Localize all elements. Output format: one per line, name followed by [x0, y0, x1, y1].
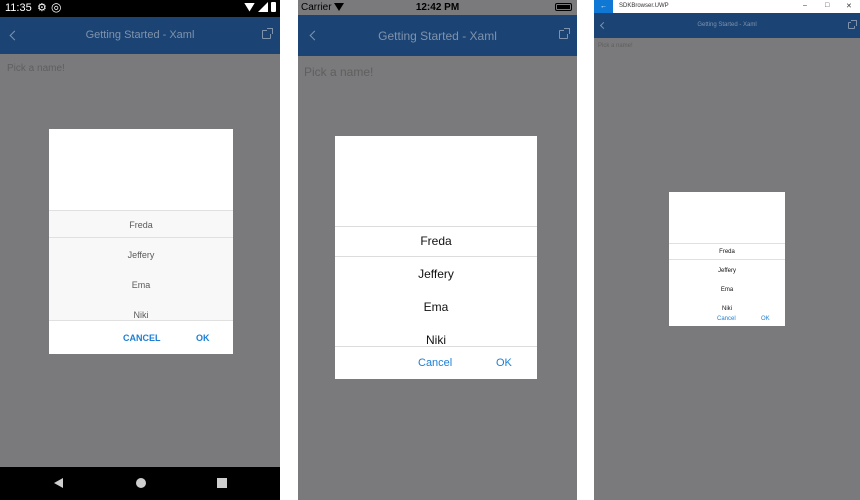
picker-item-jeffery[interactable]: Jeffery [669, 268, 785, 274]
navigation-bar: Getting Started - Xaml [298, 15, 577, 56]
picker-dialog: Freda Jeffery Ema Niki Cancel OK [335, 136, 537, 379]
battery-icon [555, 3, 572, 11]
signal-icon [258, 2, 268, 12]
sync-icon: ◎ [51, 0, 62, 14]
nav-recents-icon[interactable] [217, 478, 227, 488]
nav-back-icon[interactable] [54, 478, 63, 488]
android-screen: 11:35 ⚙ ◎ Getting Started - Xaml Pick a … [0, 0, 280, 500]
picker-dialog: Freda Jeffery Ema Niki CANCEL OK [49, 129, 233, 354]
status-time: 12:42 PM [415, 2, 460, 13]
name-picker-placeholder[interactable]: Pick a name! [7, 63, 65, 74]
wifi-icon [244, 2, 255, 12]
status-time: 11:35 [5, 2, 32, 14]
page-title: Getting Started - Xaml [697, 22, 757, 28]
minimize-icon[interactable]: – [803, 2, 807, 9]
ok-button[interactable]: OK [196, 333, 210, 343]
ok-button[interactable]: OK [496, 357, 512, 369]
dialog-footer: Cancel OK [669, 313, 785, 326]
dialog-header [669, 192, 785, 244]
uwp-screen: ← SDKBrowser.UWP – □ ✕ Getting Started -… [594, 0, 860, 500]
dialog-footer: CANCEL OK [49, 320, 233, 354]
external-link-icon[interactable] [559, 28, 570, 39]
picker-item-jeffery[interactable]: Jeffery [49, 250, 233, 260]
app-title: SDKBrowser.UWP [619, 3, 669, 9]
picker-item-jeffery[interactable]: Jeffery [335, 267, 537, 281]
status-bar: Carrier 12:42 PM [298, 0, 577, 15]
cancel-button[interactable]: Cancel [717, 316, 736, 322]
picker-item-niki[interactable]: Niki [49, 310, 233, 320]
system-nav-bar [0, 467, 280, 500]
dialog-header [335, 136, 537, 227]
gear-icon: ⚙ [37, 2, 47, 14]
dialog-footer: Cancel OK [335, 346, 537, 379]
name-picker-placeholder[interactable]: Pick a name! [304, 65, 373, 79]
window-title-bar: ← SDKBrowser.UWP – □ ✕ [594, 0, 860, 13]
picker-item-niki[interactable]: Niki [335, 333, 537, 347]
picker-item-freda[interactable]: Freda [335, 234, 537, 248]
picker-dialog: Freda Jeffery Ema Niki Cancel OK [669, 192, 785, 326]
external-link-icon[interactable] [262, 28, 273, 39]
battery-icon [271, 2, 276, 12]
navigation-bar: Getting Started - Xaml [594, 13, 860, 38]
page-title: Getting Started - Xaml [85, 29, 195, 41]
ios-screen: Carrier 12:42 PM Getting Started - Xaml … [298, 0, 577, 500]
cancel-button[interactable]: Cancel [418, 357, 452, 369]
name-picker-placeholder[interactable]: Pick a name! [598, 43, 633, 49]
picker-item-ema[interactable]: Ema [49, 280, 233, 290]
picker-item-niki[interactable]: Niki [669, 306, 785, 312]
external-link-icon[interactable] [848, 20, 857, 29]
navigation-bar: Getting Started - Xaml [0, 17, 280, 54]
cancel-button[interactable]: CANCEL [123, 333, 161, 343]
dialog-header [49, 129, 233, 211]
picker-item-ema[interactable]: Ema [335, 300, 537, 314]
picker-item-freda[interactable]: Freda [669, 249, 785, 255]
nav-home-icon[interactable] [136, 478, 146, 488]
picker-item-ema[interactable]: Ema [669, 287, 785, 293]
page-title: Getting Started - Xaml [378, 29, 497, 43]
window-back-button[interactable]: ← [594, 0, 613, 13]
picker-item-freda[interactable]: Freda [49, 220, 233, 230]
ok-button[interactable]: OK [761, 316, 770, 322]
maximize-icon[interactable]: □ [825, 2, 829, 9]
status-bar: 11:35 ⚙ ◎ [0, 0, 280, 17]
close-icon[interactable]: ✕ [846, 2, 852, 10]
